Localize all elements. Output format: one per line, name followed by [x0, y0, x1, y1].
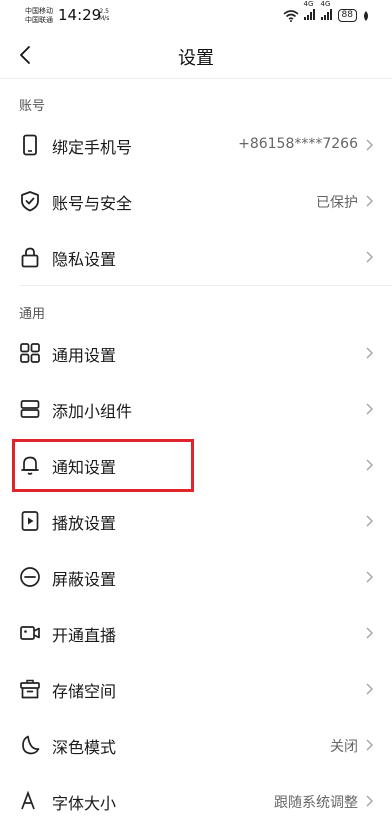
carrier-1: 中国移动 [25, 7, 53, 15]
chevron-right-icon [366, 739, 374, 751]
row-dark-mode[interactable]: 深色模式 关闭 [0, 717, 392, 773]
network-1: 4G [303, 0, 316, 22]
speed-value: 2.5 [99, 8, 109, 15]
network-2: 4G [320, 0, 333, 22]
row-privacy-settings[interactable]: 隐私设置 [0, 229, 392, 285]
phone-icon [23, 134, 37, 156]
status-bar: 中国移动 中国联通 14:29 2.5 M/s 4G 4G 88 [0, 0, 392, 32]
row-label: 绑定手机号 [52, 138, 133, 157]
lock-icon [21, 247, 39, 268]
row-label: 开通直播 [52, 626, 117, 645]
row-general-settings[interactable]: 通用设置 [0, 325, 392, 381]
carrier-2: 中国联通 [25, 16, 53, 24]
row-label: 存储空间 [52, 682, 117, 701]
row-playback-settings[interactable]: 播放设置 [0, 493, 392, 549]
row-block-settings[interactable]: 屏蔽设置 [0, 549, 392, 605]
carrier-info: 中国移动 中国联通 [25, 7, 53, 25]
clock: 14:29 [58, 6, 102, 24]
font-size-icon [21, 790, 35, 810]
chevron-right-icon [366, 795, 374, 807]
chevron-right-icon [366, 195, 374, 207]
storage-box-icon [20, 679, 40, 699]
header-divider [0, 78, 392, 79]
row-label: 隐私设置 [52, 250, 117, 269]
section-divider [19, 285, 392, 286]
chevron-right-icon [366, 515, 374, 527]
wifi-icon [283, 9, 299, 22]
play-icon [21, 511, 39, 531]
highlight-box [12, 439, 194, 492]
network-speed: 2.5 M/s [99, 8, 109, 22]
chevron-right-icon [366, 347, 374, 359]
shield-check-icon [21, 191, 39, 212]
row-font-size[interactable]: 字体大小 跟随系统调整 [0, 773, 392, 829]
row-label: 深色模式 [52, 738, 117, 757]
row-add-widget[interactable]: 添加小组件 [0, 381, 392, 437]
row-label: 字体大小 [52, 794, 117, 813]
chevron-right-icon [366, 627, 374, 639]
video-camera-icon [20, 626, 40, 640]
row-bind-phone[interactable]: 绑定手机号 +86158****7266 [0, 117, 392, 173]
block-icon [20, 567, 40, 587]
battery-level: 88 [337, 9, 357, 22]
row-live-stream[interactable]: 开通直播 [0, 605, 392, 661]
row-label: 屏蔽设置 [52, 570, 117, 589]
row-label: 账号与安全 [52, 194, 133, 213]
row-storage[interactable]: 存储空间 [0, 661, 392, 717]
chevron-right-icon [366, 139, 374, 151]
nav-bar: 设置 [0, 32, 392, 78]
chevron-right-icon [366, 403, 374, 415]
section-general-label: 通用 [19, 307, 46, 322]
signal-icon [303, 9, 315, 20]
font-size-value: 跟随系统调整 [274, 795, 358, 811]
row-account-security[interactable]: 账号与安全 已保护 [0, 173, 392, 229]
widget-icon [20, 400, 40, 418]
section-account-label: 账号 [19, 99, 46, 114]
row-label: 播放设置 [52, 514, 117, 533]
chevron-right-icon [366, 683, 374, 695]
phone-number-value: +86158****7266 [238, 136, 358, 152]
signal-icon [320, 9, 332, 20]
row-label: 通用设置 [52, 346, 117, 365]
chevron-right-icon [366, 571, 374, 583]
leaf-icon [364, 10, 368, 21]
chevron-right-icon [366, 459, 374, 471]
dark-mode-value: 关闭 [330, 739, 358, 755]
speed-unit: M/s [99, 15, 110, 22]
grid-icon [20, 343, 40, 363]
chevron-right-icon [366, 251, 374, 263]
moon-icon [22, 735, 40, 755]
security-status-value: 已保护 [316, 195, 358, 211]
system-icons: 4G 4G 88 [283, 0, 370, 22]
page-title: 设置 [178, 48, 214, 69]
row-label: 添加小组件 [52, 402, 133, 421]
